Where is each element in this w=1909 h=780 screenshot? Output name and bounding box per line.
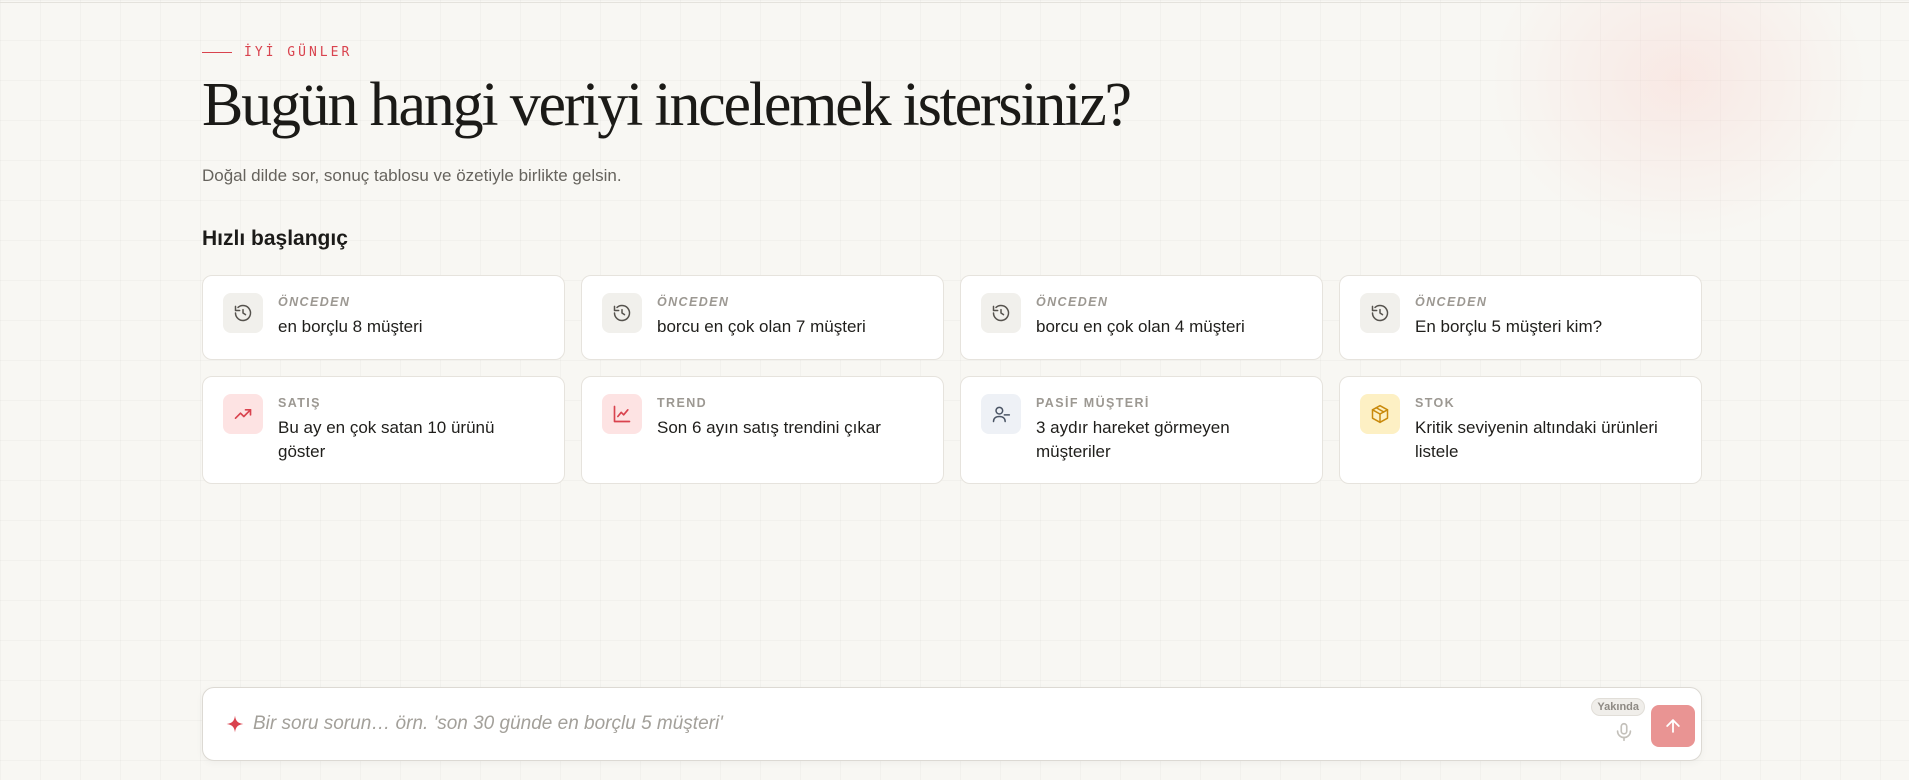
card-text: En borçlu 5 müşteri kim?: [1415, 317, 1603, 336]
card-tag: ÖNCEDEN: [1415, 295, 1488, 309]
card-tag: ÖNCEDEN: [1036, 295, 1109, 309]
history-icon: [223, 293, 263, 333]
page-title: Bugün hangi veriyi incelemek istersiniz?: [202, 71, 1132, 139]
greeting-text: İYİ GÜNLER: [244, 45, 353, 60]
coming-soon-badge: Yakında: [1591, 698, 1645, 716]
card-tag: ÖNCEDEN: [657, 295, 730, 309]
recent-query-card[interactable]: ÖNCEDEN borcu en çok olan 7 müşteri: [581, 275, 944, 360]
history-icon: [981, 293, 1021, 333]
query-composer: Yakında: [202, 687, 1702, 761]
card-tag: SATIŞ: [278, 396, 321, 410]
suggestion-card-stock[interactable]: STOK Kritik seviyenin altındaki ürünleri…: [1339, 376, 1702, 484]
eyebrow-line: [202, 51, 232, 54]
user-minus-icon: [981, 394, 1021, 434]
card-tag: PASİF MÜŞTERİ: [1036, 396, 1150, 410]
history-icon: [602, 293, 642, 333]
suggestion-card-trend[interactable]: TREND Son 6 ayın satış trendini çıkar: [581, 376, 944, 484]
sparkle-icon: [226, 715, 244, 733]
quick-start-grid: ÖNCEDEN en borçlu 8 müşteri ÖNCEDEN borc…: [202, 275, 1702, 484]
page-subtitle: Doğal dilde sor, sonuç tablosu ve özetiy…: [202, 166, 622, 185]
question-input[interactable]: [253, 704, 1553, 744]
recent-query-card[interactable]: ÖNCEDEN borcu en çok olan 4 müşteri: [960, 275, 1323, 360]
quick-start-title: Hızlı başlangıç: [202, 227, 348, 250]
card-tag: TREND: [657, 396, 708, 410]
recent-query-card[interactable]: ÖNCEDEN En borçlu 5 müşteri kim?: [1339, 275, 1702, 360]
card-text: borcu en çok olan 7 müşteri: [657, 317, 866, 336]
card-text: en borçlu 8 müşteri: [278, 317, 423, 336]
card-tag: ÖNCEDEN: [278, 295, 351, 309]
recent-query-card[interactable]: ÖNCEDEN en borçlu 8 müşteri: [202, 275, 565, 360]
suggestion-card-passive-customer[interactable]: PASİF MÜŞTERİ 3 aydır hareket görmeyen m…: [960, 376, 1323, 484]
card-text: 3 aydır hareket görmeyen müşteriler: [1036, 418, 1230, 461]
background-glow: [1489, 0, 1869, 240]
package-icon: [1360, 394, 1400, 434]
card-text: Kritik seviyenin altındaki ürünleri list…: [1415, 418, 1658, 461]
trending-up-icon: [223, 394, 263, 434]
card-text: Son 6 ayın satış trendini çıkar: [657, 418, 881, 437]
history-icon: [1360, 293, 1400, 333]
card-text: borcu en çok olan 4 müşteri: [1036, 317, 1245, 336]
arrow-up-icon: [1666, 719, 1680, 733]
suggestion-card-sales[interactable]: SATIŞ Bu ay en çok satan 10 ürünü göster: [202, 376, 565, 484]
send-button[interactable]: [1651, 705, 1695, 747]
top-divider: [0, 2, 1909, 3]
greeting-eyebrow: İYİ GÜNLER: [202, 45, 352, 60]
card-text: Bu ay en çok satan 10 ürünü göster: [278, 418, 495, 461]
microphone-icon[interactable]: [1613, 721, 1635, 743]
line-chart-icon: [602, 394, 642, 434]
card-tag: STOK: [1415, 396, 1456, 410]
